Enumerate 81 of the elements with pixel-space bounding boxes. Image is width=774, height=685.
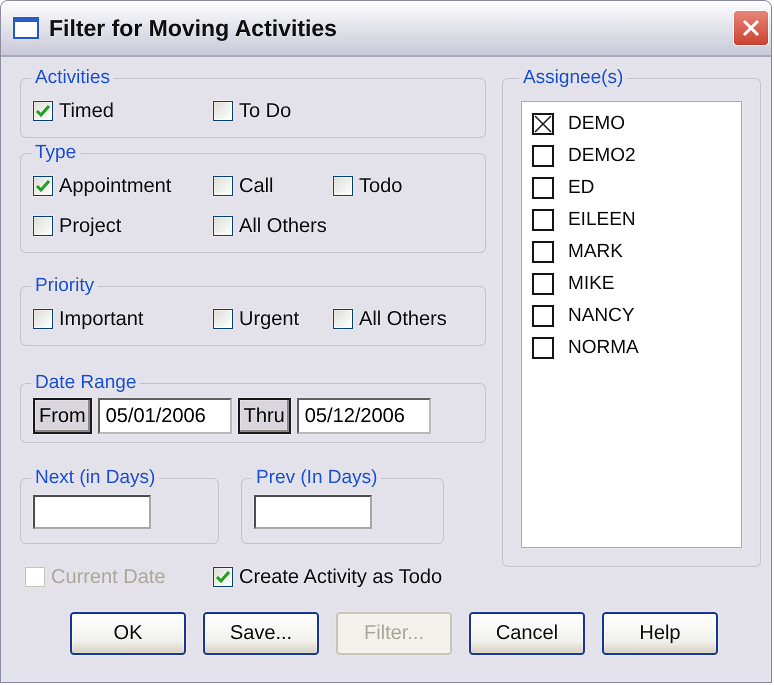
checkbox[interactable] <box>532 337 554 359</box>
window-title: Filter for Moving Activities <box>49 14 338 42</box>
assignee-item[interactable]: NORMA <box>532 332 731 364</box>
date-field[interactable]: 05/01/2006 <box>98 398 232 434</box>
assignee-name: MARK <box>568 241 623 263</box>
from-button[interactable]: From <box>33 398 92 434</box>
checkbox[interactable] <box>532 177 554 199</box>
checkbox-option[interactable]: Timed <box>33 100 213 122</box>
group-title: Prev (In Days) <box>255 467 378 489</box>
checkbox[interactable] <box>532 305 554 327</box>
checkbox[interactable] <box>213 216 233 236</box>
dialog-button[interactable]: OK <box>70 612 186 655</box>
group-title: Next (in Days) <box>34 467 156 489</box>
dialog-button[interactable]: Cancel <box>469 612 585 655</box>
date-field[interactable]: 05/12/2006 <box>296 398 431 434</box>
assignee-name: DEMO <box>568 113 625 135</box>
assignee-item[interactable]: DEMO <box>532 108 731 140</box>
checkbox-option[interactable]: To Do <box>213 100 333 122</box>
days-field[interactable] <box>33 495 151 529</box>
checkbox-option[interactable]: Call <box>213 174 333 198</box>
checkbox[interactable] <box>33 101 53 121</box>
option-label: All Others <box>239 214 327 238</box>
checkbox-option[interactable]: Todo <box>333 174 473 198</box>
assignee-name: ED <box>568 177 594 199</box>
group-title: Priority <box>34 275 96 297</box>
checkbox[interactable] <box>532 273 554 295</box>
option-label: Todo <box>359 174 402 198</box>
checkbox[interactable] <box>333 309 353 329</box>
group-title: Date Range <box>34 372 138 394</box>
window-icon <box>13 17 39 39</box>
checkbox[interactable] <box>532 145 554 167</box>
dialog-button[interactable]: Save... <box>203 612 319 655</box>
option-label: Project <box>59 214 122 238</box>
checkmark-icon <box>215 569 231 585</box>
option-label: Urgent <box>239 308 300 330</box>
assignee-item[interactable]: EILEEN <box>532 204 731 236</box>
checkbox[interactable] <box>532 241 554 263</box>
assignee-item[interactable]: DEMO2 <box>532 140 731 172</box>
option-label: Timed <box>59 100 114 122</box>
checkbox-option[interactable]: All Others <box>333 308 473 330</box>
option-label: Appointment <box>59 174 172 198</box>
checkbox[interactable] <box>213 567 233 587</box>
checkbox[interactable] <box>33 176 53 196</box>
checkbox[interactable] <box>213 101 233 121</box>
assignee-item[interactable]: MIKE <box>532 268 731 300</box>
checkbox[interactable] <box>213 309 233 329</box>
checkbox-option[interactable]: Appointment <box>33 174 213 198</box>
checkbox[interactable] <box>33 216 53 236</box>
assignee-name: EILEEN <box>568 209 636 231</box>
group-title: Activities <box>34 67 111 89</box>
checkbox[interactable] <box>532 113 554 135</box>
assignee-name: DEMO2 <box>568 145 636 167</box>
checkbox-option[interactable]: All Others <box>213 214 333 238</box>
assignee-item[interactable]: MARK <box>532 236 731 268</box>
option-label: To Do <box>239 100 292 122</box>
days-field[interactable] <box>254 495 372 529</box>
assignee-name: MIKE <box>568 273 614 295</box>
checkbox-option[interactable]: Urgent <box>213 308 333 330</box>
close-button[interactable] <box>733 10 769 46</box>
thru-button[interactable]: Thru <box>238 398 291 434</box>
assignee-name: NANCY <box>568 305 635 327</box>
option-label: All Others <box>359 308 447 330</box>
checkmark-icon <box>35 178 51 194</box>
close-icon <box>741 18 761 38</box>
checkbox[interactable] <box>33 309 53 329</box>
assignee-item[interactable]: ED <box>532 172 731 204</box>
option-label: Current Date <box>51 566 166 588</box>
checkmark-icon <box>35 103 51 119</box>
option-label: Important <box>59 308 144 330</box>
assignee-item[interactable]: NANCY <box>532 300 731 332</box>
cross-icon <box>534 115 552 133</box>
dialog-button[interactable]: Help <box>602 612 718 655</box>
checkbox-option[interactable]: Project <box>33 214 213 238</box>
checkbox-option[interactable]: Important <box>33 308 213 330</box>
checkbox[interactable] <box>333 176 353 196</box>
group-title: Type <box>34 142 78 164</box>
option-label: Call <box>239 174 274 198</box>
checkbox[interactable] <box>213 176 233 196</box>
group-title: Assignee(s) <box>522 67 624 89</box>
checkbox[interactable] <box>532 209 554 231</box>
assignee-name: NORMA <box>568 337 639 359</box>
